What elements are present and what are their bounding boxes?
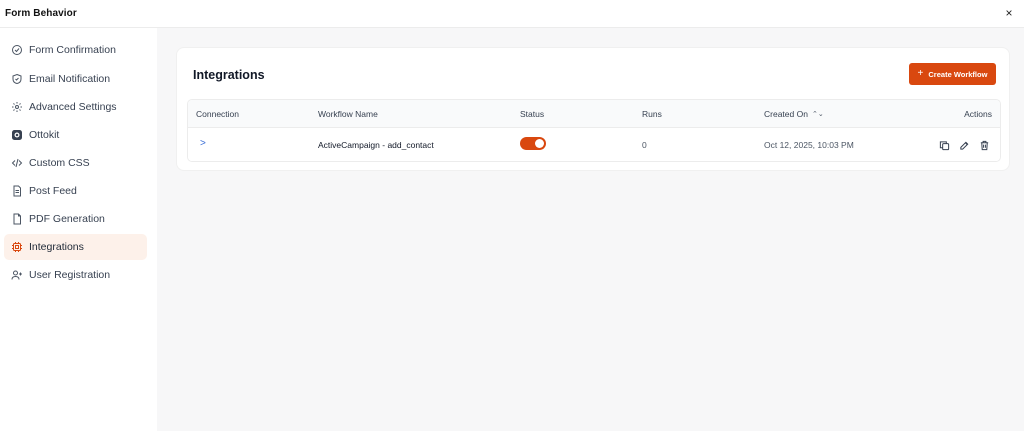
gear-icon xyxy=(10,101,23,114)
runs-cell: 0 xyxy=(642,140,647,150)
column-header-runs: Runs xyxy=(642,109,662,119)
sidebar-item-label: Post Feed xyxy=(29,185,77,197)
main-content: Integrations + Create Workflow Connectio… xyxy=(157,28,1024,431)
sidebar-item-custom-css[interactable]: Custom CSS xyxy=(4,150,147,176)
column-header-created-on[interactable]: Created On ⌃⌄ xyxy=(764,109,824,119)
modal-title: Form Behavior xyxy=(5,8,77,19)
check-circle-icon xyxy=(10,44,23,57)
sidebar: Form Confirmation Email Notification Adv… xyxy=(0,28,157,431)
plus-icon: + xyxy=(917,68,924,79)
column-header-status: Status xyxy=(520,109,545,119)
sidebar-item-user-registration[interactable]: User Registration xyxy=(4,262,147,288)
toggle-knob xyxy=(535,139,544,148)
sidebar-item-label: Custom CSS xyxy=(29,157,90,169)
sidebar-item-label: User Registration xyxy=(29,269,111,281)
close-icon[interactable]: × xyxy=(1002,6,1016,20)
table-row: > ActiveCampaign - add_contact 0 Oct 12,… xyxy=(188,128,1000,161)
trash-icon[interactable] xyxy=(979,138,991,151)
create-workflow-label: Create Workflow xyxy=(928,69,988,79)
sidebar-item-label: PDF Generation xyxy=(29,213,105,225)
shield-icon xyxy=(10,73,23,86)
sidebar-item-label: Email Notification xyxy=(29,73,111,85)
sidebar-item-label: Form Confirmation xyxy=(29,44,116,56)
sidebar-item-post-feed[interactable]: Post Feed xyxy=(4,178,147,204)
user-plus-icon xyxy=(10,269,23,282)
workflows-table: Connection Workflow Name Status Runs Cre… xyxy=(187,99,1001,162)
edit-icon[interactable] xyxy=(959,138,971,150)
created-on-cell: Oct 12, 2025, 10:03 PM xyxy=(764,140,854,150)
workflow-name-cell: ActiveCampaign - add_contact xyxy=(318,140,434,150)
sidebar-item-advanced-settings[interactable]: Advanced Settings xyxy=(4,94,147,120)
sidebar-item-pdf-generation[interactable]: PDF Generation xyxy=(4,206,147,232)
sidebar-item-label: Ottokit xyxy=(29,129,60,141)
expand-chevron-icon[interactable]: > xyxy=(200,138,212,150)
column-header-connection: Connection xyxy=(196,109,240,119)
column-header-actions: Actions xyxy=(964,109,992,119)
page-title: Integrations xyxy=(193,68,265,82)
integrations-icon xyxy=(10,241,23,254)
table-header: Connection Workflow Name Status Runs Cre… xyxy=(188,100,1000,128)
sort-icon[interactable]: ⌃⌄ xyxy=(812,110,824,118)
integrations-card: Integrations + Create Workflow Connectio… xyxy=(176,47,1010,171)
document-icon xyxy=(10,185,23,198)
sidebar-item-label: Integrations xyxy=(29,241,84,253)
file-icon xyxy=(10,213,23,226)
sidebar-item-form-confirmation[interactable]: Form Confirmation xyxy=(4,37,147,63)
code-icon xyxy=(10,157,23,170)
sidebar-item-email-notification[interactable]: Email Notification xyxy=(4,66,147,92)
ottokit-icon xyxy=(10,129,23,142)
create-workflow-button[interactable]: + Create Workflow xyxy=(909,63,996,85)
status-toggle[interactable] xyxy=(520,137,546,150)
sidebar-item-label: Advanced Settings xyxy=(29,101,117,113)
sidebar-item-ottokit[interactable]: Ottokit xyxy=(4,122,147,148)
column-header-workflow-name: Workflow Name xyxy=(318,109,378,119)
sidebar-item-integrations[interactable]: Integrations xyxy=(4,234,147,260)
modal-header: Form Behavior × xyxy=(0,0,1024,28)
created-on-label: Created On xyxy=(764,109,808,119)
copy-icon[interactable] xyxy=(939,138,951,151)
